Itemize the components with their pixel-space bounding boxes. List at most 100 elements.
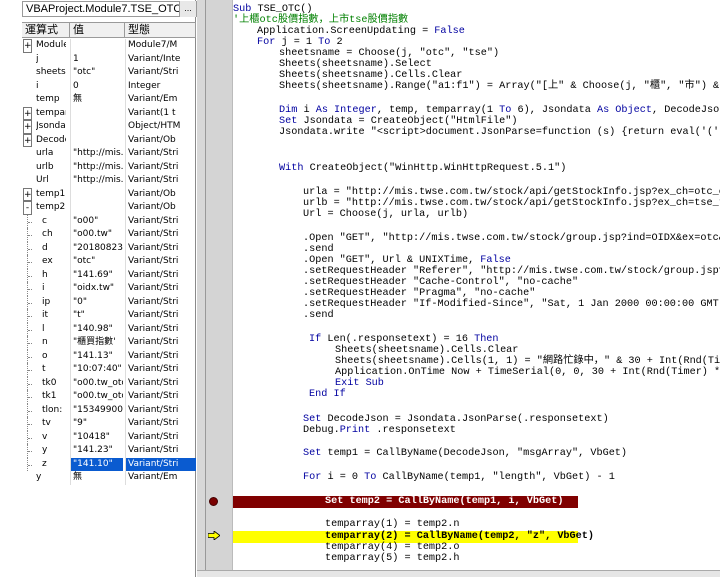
code-line[interactable]: End If bbox=[309, 389, 346, 401]
variable-value[interactable]: "141.69" bbox=[70, 268, 123, 282]
code-line[interactable]: '上櫃otc股價指數，上市tse股價指數 bbox=[233, 15, 408, 27]
variable-value[interactable]: "oidx.tw" bbox=[70, 282, 123, 296]
locals-row[interactable]: v "10418" Variant/Stri bbox=[22, 430, 196, 444]
variable-value[interactable]: "http://mis.t bbox=[70, 147, 123, 161]
code-line[interactable]: temparray(4) = temp2.o bbox=[325, 542, 460, 554]
horizontal-scrollbar[interactable] bbox=[197, 570, 720, 577]
locals-row[interactable]: ip "0" Variant/Stri bbox=[22, 295, 196, 309]
variable-value[interactable]: 1 bbox=[70, 52, 123, 66]
locals-row[interactable]: y "141.23" Variant/Stri bbox=[22, 444, 196, 458]
locals-row[interactable]: sheetsn "otc"Variant/Stri bbox=[22, 66, 196, 80]
variable-value[interactable]: "o00.tw_otc bbox=[70, 390, 123, 404]
locals-row[interactable]: j 1 Variant/Inte bbox=[22, 52, 196, 66]
locals-row[interactable]: tk1 "o00.tw_otc Variant/Stri bbox=[22, 390, 196, 404]
code-line[interactable]: If Len(.responsetext) = 16 Then bbox=[309, 334, 499, 346]
code-line[interactable]: .setRequestHeader "Pragma", "no-cache" bbox=[303, 288, 535, 300]
locals-row[interactable]: i 0 Integer bbox=[22, 79, 196, 93]
locals-row[interactable]: d "20180823' Variant/Stri bbox=[22, 241, 196, 255]
variable-value[interactable]: 無 bbox=[70, 93, 123, 107]
locals-row[interactable]: tk0 "o00.tw_otc Variant/Stri bbox=[22, 376, 196, 390]
variable-value[interactable]: "o00.tw_otc bbox=[70, 376, 123, 390]
variable-value[interactable]: "140.98" bbox=[70, 322, 123, 336]
code-line[interactable]: With CreateObject("WinHttp.WinHttpReques… bbox=[279, 163, 566, 175]
locals-row[interactable]: + Jsonda Object/HTM bbox=[22, 120, 196, 134]
code-editor[interactable]: Sub TSE_OTC() '上櫃otc股價指數，上市tse股價指數 Applica… bbox=[233, 0, 720, 570]
code-line[interactable]: For i = 0 To CallByName(temp1, "length",… bbox=[303, 472, 615, 484]
locals-row[interactable]: tlon: "15349900(Variant/Stri bbox=[22, 403, 196, 417]
locals-row[interactable]: + Decode Variant/Ob bbox=[22, 133, 196, 147]
expand-icon[interactable]: + bbox=[23, 187, 32, 201]
locals-row[interactable]: + temp1 Variant/Ob bbox=[22, 187, 196, 201]
code-line[interactable]: Sheets(sheetsname).Cells(1, 1) = "網路忙錄中，… bbox=[335, 356, 720, 368]
code-line[interactable]: Url = Choose(j, urla, urlb) bbox=[303, 209, 468, 221]
column-header-value[interactable]: 值 bbox=[70, 23, 125, 38]
variable-value[interactable]: "9" bbox=[70, 417, 123, 431]
variable-value[interactable]: "櫃買指數' bbox=[70, 336, 123, 350]
variable-value[interactable]: "141.13" bbox=[70, 349, 123, 363]
variable-value[interactable]: "http://mis.t bbox=[70, 174, 123, 188]
locals-row[interactable]: - temp2 Variant/Ob bbox=[22, 201, 196, 215]
variable-value[interactable] bbox=[70, 201, 123, 215]
variable-value[interactable]: "t" bbox=[70, 309, 123, 323]
variable-value[interactable] bbox=[70, 39, 123, 53]
variable-value[interactable]: "http://mis.t bbox=[70, 160, 123, 174]
locals-row[interactable]: + tempar Variant(1 t bbox=[22, 106, 196, 120]
locals-row[interactable]: o "141.13" Variant/Stri bbox=[22, 349, 196, 363]
locals-row[interactable]: i "oidx.tw" Variant/Stri bbox=[22, 282, 196, 296]
locals-row[interactable]: temp 無 Variant/Em bbox=[22, 93, 196, 107]
code-line[interactable]: sheetsname = Choose(j, "otc", "tse") bbox=[279, 48, 499, 60]
code-line[interactable]: Set DecodeJson = Jsondata.JsonParse(.res… bbox=[303, 414, 609, 426]
code-line[interactable]: Sheets(sheetsname).Select bbox=[279, 59, 432, 71]
variable-value[interactable] bbox=[70, 106, 123, 120]
code-line[interactable]: Sheets(sheetsname).Cells.Clear bbox=[335, 345, 518, 357]
code-line[interactable]: .send bbox=[303, 244, 334, 256]
variable-value[interactable] bbox=[70, 133, 123, 147]
locals-row[interactable]: tv "9" Variant/Stri bbox=[22, 417, 196, 431]
variable-value[interactable]: 0 bbox=[70, 79, 123, 93]
code-line[interactable]: Application.OnTime Now + TimeSerial(0, 0… bbox=[335, 367, 720, 379]
code-line[interactable]: .setRequestHeader "Cache-Control", "no-c… bbox=[303, 277, 578, 289]
variable-value[interactable]: "otc" bbox=[70, 255, 123, 269]
locals-row[interactable]: ch "o00.tw" Variant/Stri bbox=[22, 228, 196, 242]
splitter-bar[interactable] bbox=[197, 0, 206, 577]
variable-value[interactable]: "otc" bbox=[70, 66, 123, 80]
locals-row[interactable]: c "o00" Variant/Stri bbox=[22, 214, 196, 228]
code-margin[interactable] bbox=[206, 0, 233, 570]
code-line[interactable]: .Open "GET", Url & UNIXTime, False bbox=[303, 255, 511, 267]
call-stack-button[interactable]: ... bbox=[179, 1, 196, 17]
locals-row[interactable]: h "141.69" Variant/Stri bbox=[22, 268, 196, 282]
locals-row[interactable]: t "10:07:40" Variant/Stri bbox=[22, 363, 196, 377]
code-line[interactable]: Sheets(sheetsname).Range("a1:f1") = Arra… bbox=[279, 81, 720, 93]
breakpoint-line[interactable]: Set temp2 = CallByName(temp1, i, VbGet) bbox=[233, 496, 578, 508]
locals-row[interactable]: z "141.10" Variant/Stri bbox=[22, 457, 196, 471]
current-execution-line[interactable]: temparray(2) = CallByName(temp2, "z", Vb… bbox=[233, 531, 594, 543]
code-line[interactable]: Debug.Print .responsetext bbox=[303, 425, 456, 437]
code-line[interactable]: .Open "GET", "http://mis.twse.com.tw/sto… bbox=[303, 233, 720, 245]
locals-row[interactable]: urlb "http://mis.t Variant/Stri bbox=[22, 160, 196, 174]
expand-icon[interactable]: + bbox=[23, 39, 32, 53]
column-header-type[interactable]: 型態 bbox=[125, 23, 196, 38]
locals-row[interactable]: + Module Module7/M bbox=[22, 39, 196, 53]
code-line[interactable]: Sheets(sheetsname).Cells.Clear bbox=[279, 70, 462, 82]
code-line[interactable]: For j = 1 To 2 bbox=[257, 37, 343, 49]
code-line[interactable]: Set temp1 = CallByName(DecodeJson, "msgA… bbox=[303, 448, 627, 460]
code-line[interactable]: Set Jsondata = CreateObject("HtmlFile") bbox=[279, 116, 517, 128]
code-line[interactable]: Exit Sub bbox=[335, 378, 384, 390]
code-line[interactable]: .setRequestHeader "If-Modified-Since", "… bbox=[303, 299, 720, 311]
code-line[interactable]: .setRequestHeader "Referer", "http://mis… bbox=[303, 266, 720, 278]
code-line[interactable]: Jsondata.write "<script>document.JsonPar… bbox=[279, 127, 720, 139]
locals-row[interactable]: Url "http://mis.t Variant/Stri bbox=[22, 174, 196, 188]
variable-value[interactable] bbox=[70, 187, 123, 201]
expand-icon[interactable]: + bbox=[23, 106, 32, 120]
collapse-icon[interactable]: - bbox=[23, 201, 32, 215]
breakpoint-dot-icon[interactable] bbox=[209, 497, 218, 506]
variable-value[interactable] bbox=[70, 120, 123, 134]
locals-row[interactable]: n "櫃買指數' Variant/Stri bbox=[22, 336, 196, 350]
code-line[interactable]: Sub TSE_OTC() bbox=[233, 4, 313, 16]
code-line[interactable]: urla = "http://mis.twse.com.tw/stock/api… bbox=[303, 187, 720, 199]
variable-value[interactable]: "15349900( bbox=[70, 403, 123, 417]
code-line[interactable]: Application.ScreenUpdating = False bbox=[257, 26, 465, 38]
code-line[interactable]: temparray(1) = temp2.n bbox=[325, 519, 460, 531]
code-line[interactable]: .send bbox=[303, 310, 334, 322]
locals-row[interactable]: ex "otc" Variant/Stri bbox=[22, 255, 196, 269]
